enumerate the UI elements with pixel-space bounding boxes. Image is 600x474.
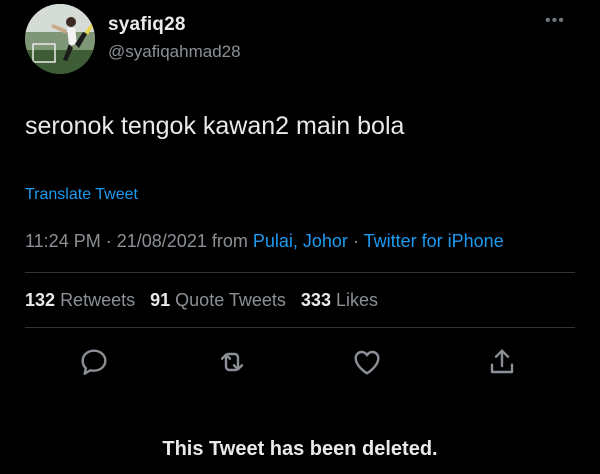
tweet-meta: 11:24 PM · 21/08/2021 from Pulai, Johor … xyxy=(25,231,504,252)
retweets-label: Retweets xyxy=(60,290,136,310)
share-icon[interactable] xyxy=(486,346,518,378)
tweet-text: seronok tengok kawan2 main bola xyxy=(25,112,405,140)
retweets-stat[interactable]: 132 Retweets xyxy=(25,290,135,310)
tweet-location-link[interactable]: Pulai, Johor xyxy=(253,231,348,251)
divider xyxy=(25,327,575,328)
tweet-client-link[interactable]: Twitter for iPhone xyxy=(364,231,504,251)
retweets-count: 132 xyxy=(25,290,56,310)
tweet-time: 11:24 PM xyxy=(25,231,101,251)
quote-tweets-stat[interactable]: 91 Quote Tweets xyxy=(150,290,286,310)
more-options-icon[interactable]: ••• xyxy=(545,13,565,29)
from-label: from xyxy=(211,231,248,251)
quote-tweets-count: 91 xyxy=(150,290,171,310)
user-handle[interactable]: @syafiqahmad28 xyxy=(108,42,241,62)
likes-count: 333 xyxy=(300,290,331,310)
meta-separator: · xyxy=(105,231,112,251)
reply-icon[interactable] xyxy=(78,346,110,378)
meta-separator: · xyxy=(352,231,359,251)
likes-stat[interactable]: 333 Likes xyxy=(301,290,378,310)
retweet-icon[interactable] xyxy=(216,346,248,378)
avatar-photo xyxy=(25,4,95,74)
tweet-actions xyxy=(0,346,600,380)
tweet-stats: 132 Retweets 91 Quote Tweets 333 Likes xyxy=(25,290,378,311)
like-icon[interactable] xyxy=(351,346,383,378)
divider xyxy=(25,272,575,273)
likes-label: Likes xyxy=(335,290,379,310)
quote-tweets-label: Quote Tweets xyxy=(175,290,286,310)
tweet-date: 21/08/2021 xyxy=(116,231,207,251)
display-name[interactable]: syafiq28 xyxy=(108,14,186,36)
avatar[interactable] xyxy=(25,4,95,74)
deleted-tweet-notice: This Tweet has been deleted. xyxy=(162,438,438,460)
translate-tweet-link[interactable]: Translate Tweet xyxy=(25,186,138,204)
